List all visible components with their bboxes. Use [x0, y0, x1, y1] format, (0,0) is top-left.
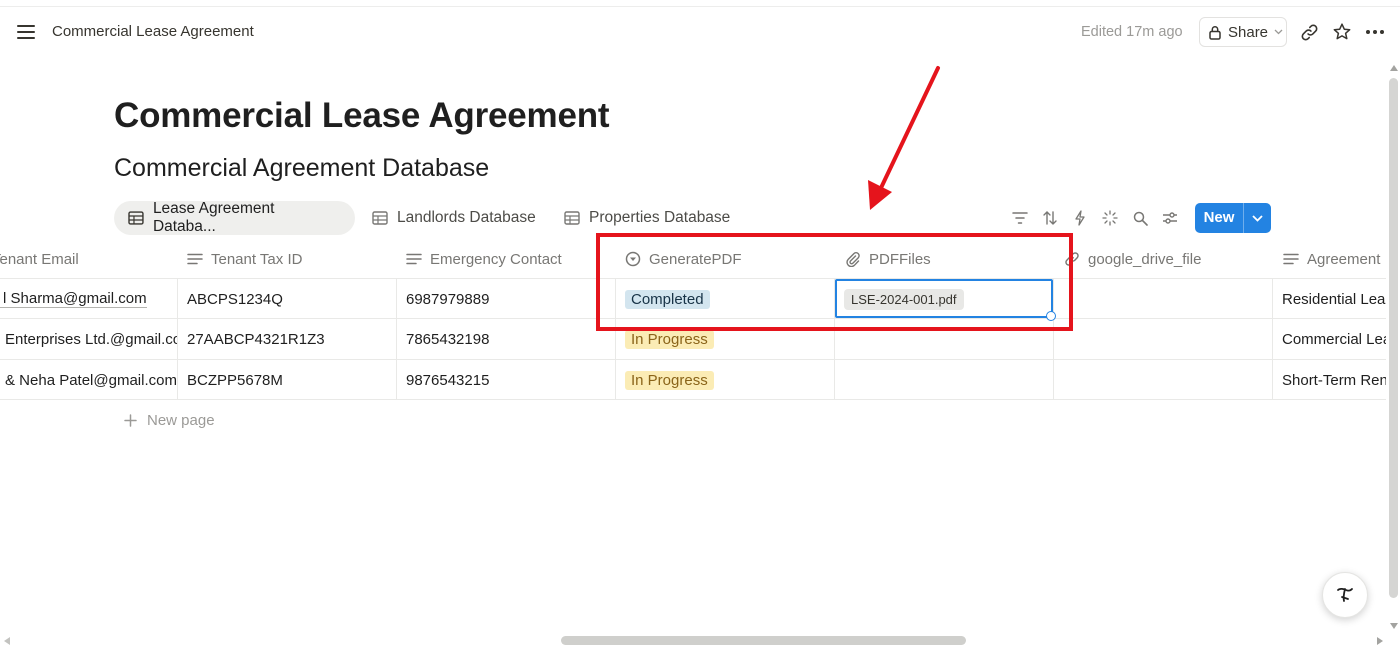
- automation-lightning-icon[interactable]: [1069, 207, 1091, 229]
- filter-icon[interactable]: [1009, 207, 1031, 229]
- table-cell-contact[interactable]: 6987979889: [406, 279, 611, 319]
- column-label: Tenant Email: [0, 250, 79, 268]
- search-icon[interactable]: [1129, 207, 1151, 229]
- plus-icon: [124, 414, 137, 427]
- table-cell-agreement[interactable]: Residential Leas: [1282, 279, 1386, 319]
- cell-text: 6987979889: [406, 290, 490, 308]
- column-label: Tenant Tax ID: [211, 250, 303, 268]
- column-header-tenant-tax-id[interactable]: Tenant Tax ID: [187, 240, 392, 278]
- ai-sparkle-icon[interactable]: [1099, 207, 1121, 229]
- cell-text: Enterprises Ltd.@gmail.co: [5, 330, 177, 348]
- settings-sliders-icon[interactable]: [1159, 207, 1181, 229]
- status-badge: In Progress: [625, 329, 714, 349]
- table-cell-contact[interactable]: 9876543215: [406, 360, 611, 400]
- annotation-highlight-box: [596, 233, 1073, 331]
- scroll-right-arrow-icon[interactable]: [1376, 636, 1384, 646]
- new-page-label: New page: [147, 412, 215, 429]
- column-divider: [1272, 279, 1273, 399]
- cell-text: Short-Term Ren: [1282, 371, 1386, 389]
- more-icon[interactable]: [1364, 21, 1386, 43]
- new-button[interactable]: New: [1195, 203, 1271, 233]
- scroll-up-arrow-icon[interactable]: [1389, 64, 1399, 72]
- tab-label: Landlords Database: [397, 209, 536, 226]
- table-cell-email[interactable]: l Sharma@gmail.com: [0, 279, 177, 319]
- email-link[interactable]: l Sharma@gmail.com: [0, 290, 147, 308]
- top-border: [0, 6, 1400, 7]
- new-dropdown-chevron-icon[interactable]: [1244, 214, 1271, 222]
- scroll-down-arrow-icon[interactable]: [1389, 622, 1399, 630]
- table-icon: [128, 211, 144, 225]
- column-divider: [396, 279, 397, 399]
- link-icon[interactable]: [1298, 21, 1320, 43]
- table-cell-agreement[interactable]: Commercial Lea: [1282, 319, 1386, 359]
- table-cell-email[interactable]: Enterprises Ltd.@gmail.co: [0, 319, 177, 359]
- tab-lease-agreement-database[interactable]: Lease Agreement Databa...: [114, 200, 355, 235]
- column-header-emergency-contact[interactable]: Emergency Contact: [406, 240, 611, 278]
- column-label: Emergency Contact: [430, 250, 562, 268]
- text-property-icon: [1283, 253, 1299, 265]
- chevron-down-icon: [1274, 29, 1283, 35]
- status-badge: In Progress: [625, 370, 714, 390]
- table-icon: [372, 211, 388, 225]
- notion-ai-help-icon[interactable]: [1322, 572, 1368, 618]
- table-cell-agreement[interactable]: Short-Term Ren: [1282, 360, 1386, 400]
- cell-text: & Neha Patel@gmail.com: [5, 371, 177, 389]
- share-label: Share: [1228, 23, 1269, 41]
- cell-text: 27AABCP4321R1Z3: [187, 330, 325, 348]
- column-label: Agreement: [1307, 250, 1381, 268]
- cell-text: Commercial Lea: [1282, 330, 1386, 348]
- page-title[interactable]: Commercial Lease Agreement: [114, 96, 610, 136]
- table-cell-status[interactable]: In Progress: [625, 360, 830, 400]
- new-page-button[interactable]: New page: [124, 412, 215, 429]
- column-divider: [177, 279, 178, 399]
- cell-text: ABCPS1234Q: [187, 290, 283, 308]
- table-cell-tax-id[interactable]: ABCPS1234Q: [187, 279, 392, 319]
- annotation-arrow-icon: [868, 66, 940, 210]
- sort-icon[interactable]: [1039, 207, 1061, 229]
- cell-text: BCZPP5678M: [187, 371, 283, 389]
- share-button[interactable]: Share: [1199, 17, 1287, 47]
- column-header-tenant-email[interactable]: Tenant Email: [0, 240, 172, 278]
- table-cell-tax-id[interactable]: 27AABCP4321R1Z3: [187, 319, 392, 359]
- text-property-icon: [406, 253, 422, 265]
- column-header-agreement[interactable]: Agreement: [1283, 240, 1386, 278]
- table-cell-tax-id[interactable]: BCZPP5678M: [187, 360, 392, 400]
- star-icon[interactable]: [1331, 21, 1353, 43]
- tab-label: Lease Agreement Databa...: [152, 200, 275, 235]
- column-header-google-drive-file[interactable]: google_drive_file: [1064, 240, 1269, 278]
- menu-icon[interactable]: [17, 25, 35, 39]
- column-label: google_drive_file: [1088, 250, 1202, 268]
- breadcrumb[interactable]: Commercial Lease Agreement: [52, 23, 254, 40]
- lock-icon: [1209, 25, 1221, 40]
- cell-text: 9876543215: [406, 371, 490, 389]
- vertical-scrollbar[interactable]: [1389, 78, 1398, 598]
- edited-status: Edited 17m ago: [1081, 24, 1183, 40]
- new-label: New: [1195, 203, 1244, 233]
- text-property-icon: [187, 253, 203, 265]
- database-title[interactable]: Commercial Agreement Database: [114, 154, 489, 183]
- scroll-left-arrow-icon[interactable]: [3, 636, 11, 646]
- tab-properties-database[interactable]: Properties Database: [550, 201, 744, 235]
- tab-label: Properties Database: [589, 209, 731, 226]
- horizontal-scrollbar[interactable]: [561, 636, 966, 645]
- table-cell-contact[interactable]: 7865432198: [406, 319, 611, 359]
- cell-text: Residential Leas: [1282, 290, 1386, 308]
- cell-text: 7865432198: [406, 330, 490, 348]
- table-cell-email[interactable]: & Neha Patel@gmail.com: [0, 360, 177, 400]
- table-icon: [564, 211, 580, 225]
- tab-landlords-database[interactable]: Landlords Database: [358, 201, 550, 235]
